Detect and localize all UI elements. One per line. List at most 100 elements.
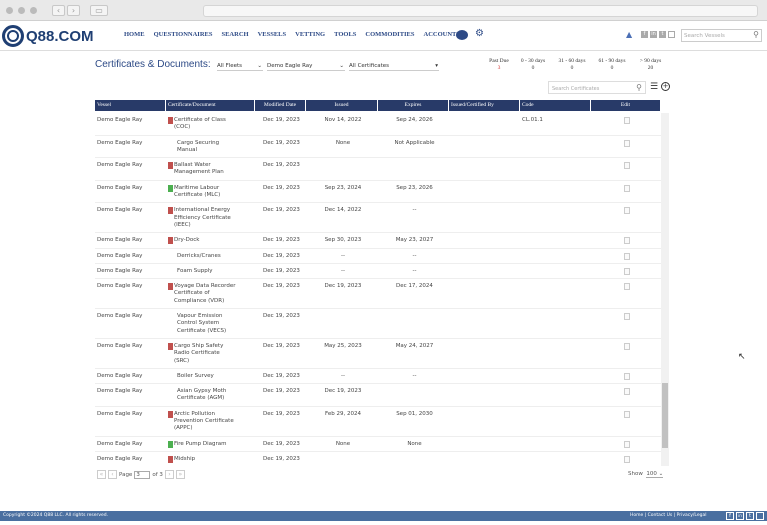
cert-name[interactable]: Cargo Securing Manual xyxy=(177,140,239,155)
document-red-icon[interactable] xyxy=(168,342,173,350)
due-61-90[interactable]: 61 - 90 days 0 xyxy=(593,58,631,71)
fleet-select[interactable]: All Fleets ⌄ xyxy=(217,63,263,71)
linkedin-icon[interactable]: in xyxy=(736,512,744,520)
table-row[interactable]: Demo Eagle Ray Midship Dec 19, 2023 xyxy=(95,452,661,466)
edit-icon[interactable] xyxy=(624,237,630,245)
cert-name[interactable]: Asian Gypsy Moth Certificate (AGM) xyxy=(177,388,239,403)
table-row[interactable]: Demo Eagle Ray Certificate of Class (COC)… xyxy=(95,113,661,136)
table-row[interactable]: Demo Eagle Ray Dry-Dock Dec 19, 2023 Sep 30… xyxy=(95,233,661,249)
edit-icon[interactable] xyxy=(624,342,630,350)
scrollbar[interactable] xyxy=(661,113,669,466)
edit-icon[interactable] xyxy=(624,410,630,418)
nav-vessels[interactable]: VESSELS xyxy=(258,31,287,38)
footer-links[interactable]: Home | Contact Us | Privacy/Legal xyxy=(630,511,707,521)
twitter-icon[interactable]: t xyxy=(659,31,666,38)
certificate-search-input[interactable]: Search Certificates ⚲ xyxy=(548,81,646,94)
due-0-30[interactable]: 0 - 30 days 0 xyxy=(515,58,551,71)
table-row[interactable]: Demo Eagle Ray Maritime Labour Certificat… xyxy=(95,181,661,204)
cert-name[interactable]: Vapour Emission Control System Certifica… xyxy=(177,313,239,335)
facebook-icon[interactable]: f xyxy=(726,512,734,520)
table-row[interactable]: Demo Eagle Ray Fire Pump Diagram Dec 19, 2… xyxy=(95,437,661,452)
cert-name[interactable]: Dry-Dock xyxy=(174,237,236,244)
cert-name[interactable]: Midship xyxy=(174,456,236,463)
address-bar[interactable] xyxy=(203,5,758,17)
column-header[interactable]: Code xyxy=(520,100,591,111)
document-red-icon[interactable] xyxy=(168,410,173,418)
nav-search[interactable]: SEARCH xyxy=(221,31,248,38)
forward-icon[interactable]: › xyxy=(67,5,80,16)
table-row[interactable]: Demo Eagle Ray Cargo Securing Manual Dec 1… xyxy=(95,136,661,159)
edit-icon[interactable] xyxy=(624,267,630,275)
edit-icon[interactable] xyxy=(624,117,630,124)
table-row[interactable]: Demo Eagle Ray Arctic Pollution Preventio… xyxy=(95,407,661,437)
table-row[interactable]: Demo Eagle Ray Derricks/Cranes Dec 19, 202… xyxy=(95,249,661,264)
due-past[interactable]: Past Due 3 xyxy=(484,58,514,71)
last-page-icon[interactable]: » xyxy=(175,470,185,479)
back-icon[interactable]: ‹ xyxy=(52,5,65,16)
edit-icon[interactable] xyxy=(624,184,630,192)
table-row[interactable]: Demo Eagle Ray Voyage Data Recorder Certi… xyxy=(95,279,661,310)
edit-icon[interactable] xyxy=(624,313,630,321)
nav-home[interactable]: HOME xyxy=(124,31,145,38)
document-red-icon[interactable] xyxy=(168,455,173,463)
table-row[interactable]: Demo Eagle Ray Boiler Survey Dec 19, 2023 -… xyxy=(95,369,661,385)
page-size-select[interactable]: 100 ⌄ xyxy=(646,471,664,478)
edit-icon[interactable] xyxy=(624,162,630,170)
table-row[interactable]: Demo Eagle Ray Cargo Ship Safety Radio Ce… xyxy=(95,339,661,369)
add-icon[interactable]: + xyxy=(661,82,670,91)
cert-name[interactable]: Certificate of Class (COC) xyxy=(174,117,236,132)
instagram-icon[interactable] xyxy=(756,512,764,520)
edit-icon[interactable] xyxy=(624,455,630,463)
nav-account[interactable]: ACCOUNT xyxy=(424,31,457,38)
document-red-icon[interactable] xyxy=(168,237,173,245)
cert-name[interactable]: Ballast Water Management Plan xyxy=(174,162,236,177)
document-red-icon[interactable] xyxy=(168,207,173,215)
cert-name[interactable]: Maritime Labour Certificate (MLC) xyxy=(174,185,236,200)
cert-name[interactable]: Foam Supply xyxy=(177,268,239,275)
edit-icon[interactable] xyxy=(624,283,630,291)
edit-icon[interactable] xyxy=(624,440,630,448)
document-red-icon[interactable] xyxy=(168,162,173,170)
nav-questionnaires[interactable]: QUESTIONNAIRES xyxy=(154,31,213,38)
table-row[interactable]: Demo Eagle Ray Vapour Emission Control Sy… xyxy=(95,309,661,339)
cert-name[interactable]: Arctic Pollution Prevention Certificate … xyxy=(174,411,236,433)
cert-name[interactable]: Cargo Ship Safety Radio Certificate (SRC… xyxy=(174,343,236,365)
nav-commodities[interactable]: COMMODITIES xyxy=(365,31,414,38)
maximize-window-icon[interactable] xyxy=(30,7,37,14)
close-window-icon[interactable] xyxy=(6,7,13,14)
cert-name[interactable]: Boiler Survey xyxy=(177,373,239,380)
vessel-search-input[interactable]: Search Vessels ⚲ xyxy=(681,29,762,42)
next-page-icon[interactable]: › xyxy=(164,470,174,479)
cert-name[interactable]: Fire Pump Diagram xyxy=(174,441,236,448)
minimize-window-icon[interactable] xyxy=(18,7,25,14)
document-green-icon[interactable] xyxy=(168,440,173,448)
column-header[interactable]: Issued/Certified By xyxy=(449,100,520,111)
facebook-icon[interactable]: f xyxy=(641,31,648,38)
scrollbar-thumb[interactable] xyxy=(662,383,668,448)
list-icon[interactable]: ☰ xyxy=(650,82,658,92)
column-header[interactable]: Expires xyxy=(378,100,449,111)
cert-name[interactable]: Voyage Data Recorder Certificate of Comp… xyxy=(174,283,236,305)
search-icon[interactable]: ⚲ xyxy=(636,83,642,92)
certificates-select[interactable]: All Certificates ▾ xyxy=(349,63,439,71)
edit-icon[interactable] xyxy=(624,252,630,260)
sidebar-icon[interactable]: ▭ xyxy=(90,5,108,16)
edit-icon[interactable] xyxy=(624,372,630,380)
column-header[interactable]: Vessel xyxy=(95,100,166,111)
chat-icon[interactable] xyxy=(456,30,468,40)
linkedin-icon[interactable]: in xyxy=(650,31,657,38)
column-header[interactable]: Certificate/Document xyxy=(166,100,255,111)
notification-icon[interactable]: ▲ xyxy=(626,30,632,39)
gear-icon[interactable]: ⚙ xyxy=(475,28,484,39)
edit-icon[interactable] xyxy=(624,139,630,147)
column-header[interactable]: Issued xyxy=(306,100,378,111)
edit-icon[interactable] xyxy=(624,388,630,396)
table-row[interactable]: Demo Eagle Ray International Energy Effic… xyxy=(95,203,661,234)
document-red-icon[interactable] xyxy=(168,117,173,124)
page-input[interactable]: 3 xyxy=(134,470,151,479)
cert-name[interactable]: International Energy Efficiency Certific… xyxy=(174,207,236,229)
vessel-select[interactable]: Demo Eagle Ray ⌄ xyxy=(267,63,345,71)
logo[interactable]: Q88.COM xyxy=(2,25,94,47)
table-row[interactable]: Demo Eagle Ray Asian Gypsy Moth Certifica… xyxy=(95,384,661,407)
table-row[interactable]: Demo Eagle Ray Ballast Water Management P… xyxy=(95,158,661,181)
